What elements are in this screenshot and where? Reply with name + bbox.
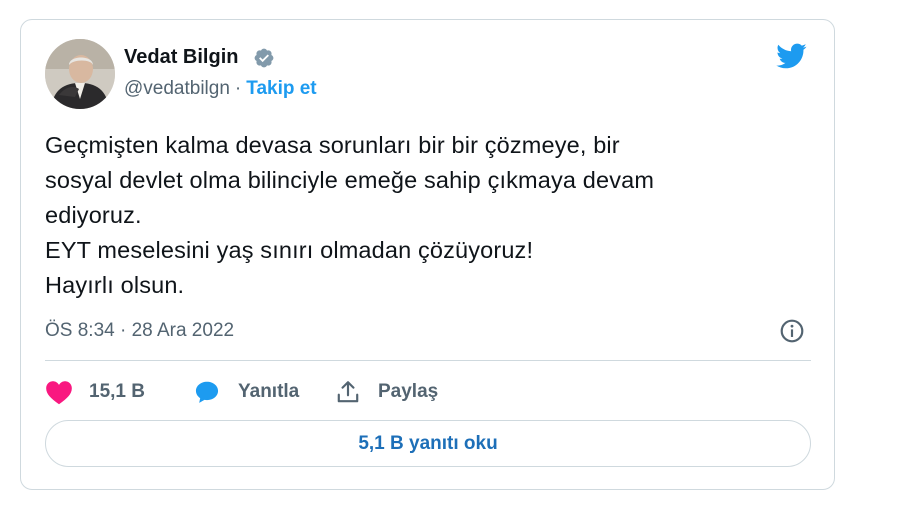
info-icon[interactable]	[779, 318, 805, 344]
reply-button[interactable]: Yanıtla	[193, 376, 299, 408]
tweet-text-line: Geçmişten kalma devasa sorunları bir bir…	[45, 132, 620, 158]
divider	[45, 360, 811, 361]
avatar-photo	[45, 39, 115, 109]
tweet-timestamp[interactable]: ÖS 8:34 · 28 Ara 2022	[45, 320, 234, 342]
tweet-text-line: Hayırlı olsun.	[45, 272, 185, 298]
like-button[interactable]: 15,1 B	[45, 376, 145, 408]
handle-row: @vedatbilgn · Takip et	[124, 78, 317, 100]
heart-icon	[46, 381, 72, 405]
tweet-card: Vedat Bilgin @vedatbilgn · Takip et Geçmiş…	[20, 19, 835, 490]
twitter-bird-icon[interactable]	[773, 40, 809, 72]
author-handle[interactable]: @vedatbilgn	[124, 78, 230, 99]
tweet-text-line: sosyal devlet olma bilinciyle emeğe sahi…	[45, 167, 655, 193]
author-name[interactable]: Vedat Bilgin	[124, 46, 238, 69]
tweet-text-line: ediyoruz.	[45, 202, 142, 228]
share-label: Paylaş	[378, 381, 439, 402]
share-button[interactable]: Paylaş	[335, 376, 438, 408]
verified-badge-icon	[254, 48, 274, 68]
separator-dot: ·	[234, 78, 242, 99]
follow-link[interactable]: Takip et	[246, 78, 316, 99]
tweet-text-line: EYT meselesini yaş sınırı olmadan çözüyo…	[45, 237, 534, 263]
reply-label: Yanıtla	[238, 381, 300, 402]
like-count: 15,1 B	[89, 381, 145, 402]
share-upload-icon	[337, 381, 359, 403]
speech-bubble-icon	[195, 381, 219, 403]
tweet-text: Geçmişten kalma devasa sorunları bir bir…	[45, 128, 805, 303]
read-replies-button[interactable]: 5,1 B yanıtı oku	[45, 420, 811, 467]
avatar[interactable]	[45, 39, 115, 109]
